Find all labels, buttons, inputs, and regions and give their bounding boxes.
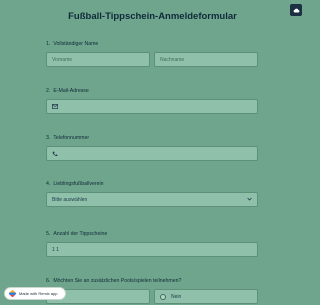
question-5-label: 5. Anzahl der Tippscheine — [46, 231, 107, 237]
question-number: 5. — [46, 231, 51, 237]
email-field[interactable] — [46, 99, 258, 114]
chevron-down-icon — [247, 197, 252, 201]
ticket-count-field[interactable]: 1 1 — [46, 242, 258, 257]
radio-circle-icon — [160, 293, 166, 300]
app-logo-icon — [8, 289, 17, 298]
cloud-icon — [293, 8, 299, 12]
question-4-label: 4. Lieblingsfußballverein — [46, 181, 104, 187]
question-text: Lieblingsfußballverein — [53, 181, 104, 187]
question-number: 6. — [46, 278, 51, 284]
made-with-badge[interactable]: Made with Remix app — [4, 287, 66, 300]
question-2-label: 2. E-Mail-Adresse — [46, 88, 89, 94]
question-text: E-Mail-Adresse — [53, 88, 89, 94]
phone-field[interactable] — [46, 146, 258, 161]
badge-text: Made with Remix app — [19, 291, 58, 296]
first-name-field[interactable]: Vorname — [46, 52, 150, 67]
ticket-count-value: 1 1 — [52, 246, 59, 253]
favorite-club-select[interactable]: Bitte auswählen — [46, 192, 258, 207]
question-number: 4. — [46, 181, 51, 187]
cloud-button[interactable] — [290, 4, 302, 16]
question-number: 2. — [46, 88, 51, 94]
question-1-label: 1. Vollständiger Name — [46, 41, 98, 47]
last-name-field[interactable]: Nachname — [154, 52, 258, 67]
last-name-placeholder: Nachname — [160, 56, 185, 63]
first-name-placeholder: Vorname — [52, 56, 73, 63]
envelope-icon — [52, 104, 58, 109]
option-no-label: Nein — [171, 293, 182, 300]
select-value: Bitte auswählen — [52, 196, 88, 203]
question-text: Anzahl der Tippscheine — [53, 231, 108, 237]
question-text: Telefonnummer — [53, 135, 90, 141]
form-title: Fußball-Tippschein-Anmeldeformular — [68, 11, 237, 22]
phone-icon — [52, 151, 58, 156]
question-text: Vollständiger Name — [53, 41, 99, 47]
option-no-radio[interactable]: Nein — [154, 289, 258, 304]
question-text: Möchten Sie an zusätzlichen Pools/spiele… — [53, 278, 182, 284]
question-number: 1. — [46, 41, 51, 47]
question-3-label: 3. Telefonnummer — [46, 135, 89, 141]
question-6-label: 6. Möchten Sie an zusätzlichen Pools/spie… — [46, 278, 181, 284]
question-number: 3. — [46, 135, 51, 141]
